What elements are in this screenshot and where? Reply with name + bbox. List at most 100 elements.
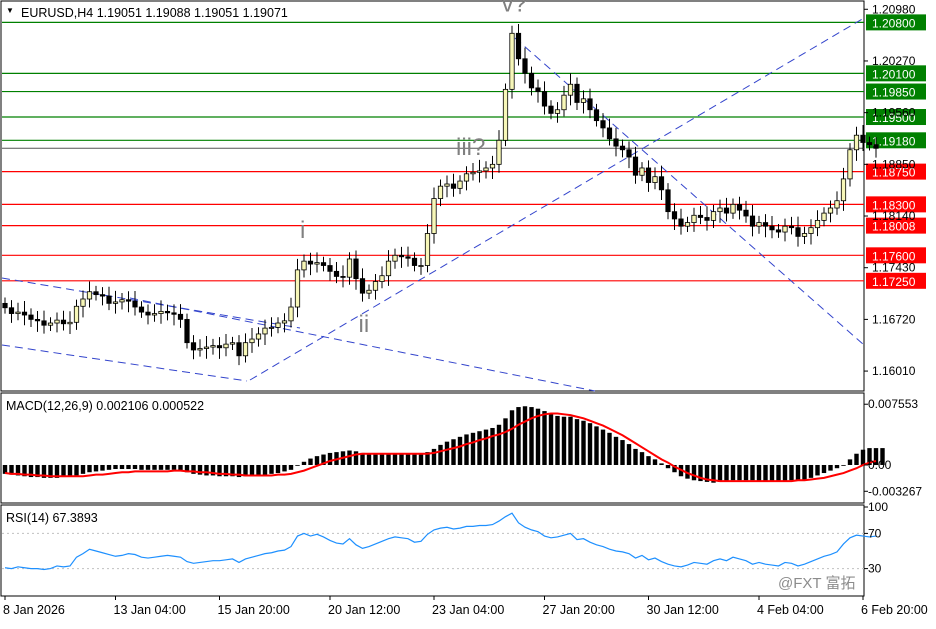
bull-candle xyxy=(554,109,561,114)
price-tick-label: 1.16010 xyxy=(872,364,916,378)
macd-bar xyxy=(412,454,417,465)
macd-bar xyxy=(158,464,164,470)
bull-candle xyxy=(782,225,788,233)
bear-candle xyxy=(320,262,327,266)
macd-bar xyxy=(470,432,476,465)
bull-candle xyxy=(223,343,229,349)
bear-candle xyxy=(359,278,366,294)
macd-bar xyxy=(568,416,573,465)
bull-candle xyxy=(379,275,385,282)
bull-candle xyxy=(580,98,587,103)
bull-candle xyxy=(229,342,236,345)
macd-bar xyxy=(126,464,131,470)
macd-bar xyxy=(308,458,313,465)
bull-candle xyxy=(301,260,307,271)
bear-candle xyxy=(873,144,879,149)
chart-canvas[interactable]: 1.208001.201001.198501.195001.191801.187… xyxy=(0,0,936,624)
resistance-tag-label: 1.19850 xyxy=(872,86,916,100)
rsi-tick-label: 100 xyxy=(868,500,888,514)
bear-candle xyxy=(645,167,652,183)
macd-bar xyxy=(561,416,567,465)
macd-bar xyxy=(587,423,593,465)
time-tick-label: 20 Jan 12:00 xyxy=(328,603,400,617)
bear-candle xyxy=(860,134,866,143)
rsi-header: RSI(14) 67.3893 xyxy=(6,511,98,525)
bear-candle xyxy=(697,214,704,218)
bear-candle xyxy=(236,342,242,357)
bear-candle xyxy=(132,300,138,308)
bear-candle xyxy=(177,313,184,320)
macd-bar xyxy=(548,413,554,465)
macd-bar xyxy=(366,453,372,465)
bear-candle xyxy=(736,203,743,211)
bear-candle xyxy=(600,120,606,129)
macd-bar xyxy=(821,464,827,474)
chart-window[interactable]: 1.20800 1.20100 1.19850 1.19500 1.19180 1.187… xyxy=(0,0,936,624)
time-tick-label: 30 Jan 12:00 xyxy=(647,603,719,617)
macd-bar xyxy=(795,464,801,480)
macd-bar xyxy=(522,406,528,465)
macd-bar xyxy=(113,464,118,470)
watermark-logo: @FXT 富拓 xyxy=(778,575,856,592)
macd-bar xyxy=(204,464,209,476)
macd-bar xyxy=(776,464,781,482)
bull-candle xyxy=(821,212,827,221)
macd-bar xyxy=(496,424,502,465)
macd-bar xyxy=(106,464,112,470)
bear-candle xyxy=(106,295,112,304)
bull-candle xyxy=(509,32,515,90)
macd-bar xyxy=(782,464,788,482)
bull-candle xyxy=(67,321,73,325)
bull-candle xyxy=(288,306,294,322)
macd-bar xyxy=(743,464,749,481)
resistance-tag-label: 1.20800 xyxy=(872,16,916,30)
macd-bar xyxy=(392,453,398,465)
bull-candle xyxy=(242,342,249,357)
macd-bar xyxy=(626,444,632,465)
bull-candle xyxy=(834,200,840,209)
rsi-panel-frame xyxy=(0,504,865,597)
macd-bar xyxy=(288,464,294,470)
bull-candle xyxy=(294,269,301,308)
bull-candle xyxy=(197,348,203,351)
price-tick-label: 1.18140 xyxy=(872,209,916,223)
bull-candle xyxy=(281,320,288,324)
macd-bar xyxy=(87,464,92,473)
macd-bar xyxy=(379,454,385,465)
macd-tick-label: 0.007553 xyxy=(868,397,918,411)
bear-candle xyxy=(398,254,405,258)
bear-candle xyxy=(762,222,769,227)
macd-bar xyxy=(386,453,391,465)
bull-candle xyxy=(710,211,717,221)
macd-bar xyxy=(67,464,73,477)
bear-candle xyxy=(704,217,710,221)
macd-bar xyxy=(139,464,144,470)
bear-candle xyxy=(184,318,190,344)
macd-bar xyxy=(594,426,599,465)
bull-candle xyxy=(756,222,762,227)
bear-candle xyxy=(528,72,535,89)
macd-bar xyxy=(737,464,742,481)
bear-candle xyxy=(405,256,411,259)
macd-tick-label: -0.003267 xyxy=(868,484,922,498)
bull-candle xyxy=(652,176,658,183)
time-tick-label: 6 Feb 20:00 xyxy=(861,603,928,617)
macd-bar xyxy=(275,464,281,474)
macd-bar xyxy=(659,463,664,465)
bull-candle xyxy=(457,180,463,189)
macd-bar xyxy=(717,464,723,482)
macd-bar xyxy=(613,436,619,465)
macd-bar xyxy=(405,453,411,465)
bull-candle xyxy=(249,338,255,344)
macd-bar xyxy=(542,411,547,465)
bull-candle xyxy=(444,183,450,187)
bull-candle xyxy=(853,134,860,151)
bull-candle xyxy=(483,167,489,172)
bear-candle xyxy=(743,209,749,217)
bull-candle xyxy=(255,333,262,340)
header-triangle[interactable]: ▼ xyxy=(6,6,14,15)
bear-candle xyxy=(21,311,28,316)
bull-candle xyxy=(268,326,275,329)
bear-candle xyxy=(8,307,15,314)
bear-candle xyxy=(353,258,359,280)
